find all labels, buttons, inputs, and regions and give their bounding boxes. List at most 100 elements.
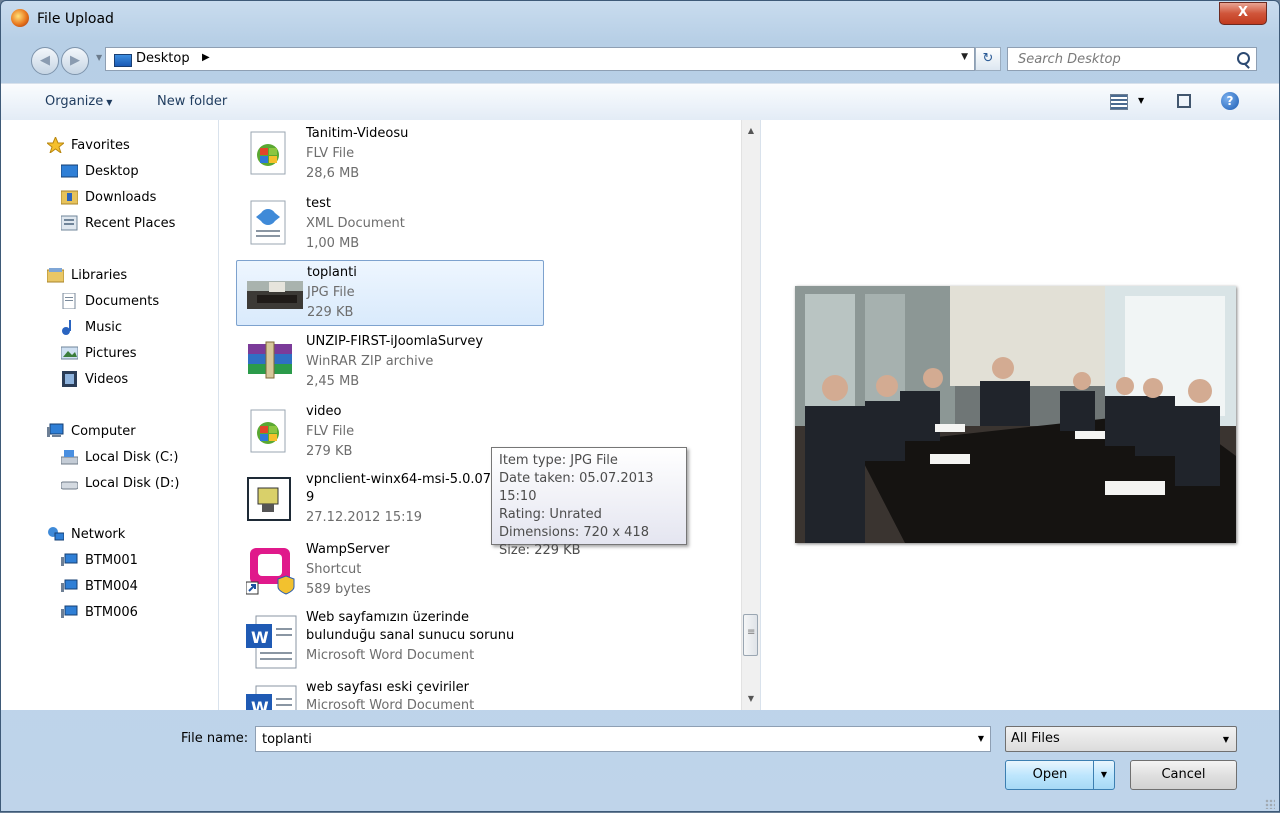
sidebar-item-label: Libraries bbox=[71, 268, 128, 283]
file-type: WinRAR ZIP archive bbox=[306, 354, 434, 369]
tooltip-size: Size: 229 KB bbox=[499, 543, 581, 558]
videos-icon bbox=[61, 371, 78, 387]
forward-button[interactable]: ▶ bbox=[61, 47, 89, 75]
file-name: web sayfası eski çeviriler bbox=[306, 680, 469, 695]
main-content: Favorites Desktop Downloads Recent Place… bbox=[1, 120, 1279, 710]
address-dropdown-icon[interactable]: ▼ bbox=[961, 52, 968, 62]
view-options-dropdown-icon[interactable]: ▼ bbox=[1138, 96, 1144, 105]
new-folder-button[interactable]: New folder bbox=[157, 94, 227, 109]
file-item-web-sayfamizin[interactable]: W Web sayfamızın üzerinde bulunduğu sana… bbox=[236, 606, 544, 672]
scroll-up-arrow-icon[interactable]: ▲ bbox=[742, 122, 760, 140]
system-drive-icon bbox=[60, 449, 79, 465]
word-document-icon: W bbox=[246, 684, 297, 710]
sidebar-item-label: Videos bbox=[85, 372, 129, 387]
network-computer-icon bbox=[61, 578, 78, 594]
file-item-web-sayfasi-eski-ceviriler[interactable]: W web sayfası eski çeviriler Microsoft W… bbox=[236, 676, 544, 710]
breadcrumb-chevron-icon[interactable]: ▶ bbox=[202, 52, 210, 63]
file-name: Tanitim-Videosu bbox=[306, 126, 409, 141]
file-upload-dialog: File Upload X ◀ ▶ ▼ Desktop ▶ ▼ ↻ Organi… bbox=[0, 0, 1280, 812]
word-document-icon: W bbox=[246, 614, 297, 669]
file-type: Shortcut bbox=[306, 562, 362, 577]
dialog-footer: File name: ▼ All Files ▼ Open ▼ Cancel bbox=[1, 710, 1279, 813]
title-bar: File Upload X bbox=[1, 1, 1279, 39]
chevron-down-icon[interactable]: ▼ bbox=[978, 734, 984, 743]
file-list-scrollbar[interactable]: ▲ ▼ bbox=[741, 120, 760, 710]
chevron-down-icon[interactable]: ▼ bbox=[1223, 735, 1229, 744]
navigation-pane: Favorites Desktop Downloads Recent Place… bbox=[1, 120, 219, 710]
address-bar[interactable]: Desktop ▶ ▼ bbox=[105, 47, 975, 71]
tooltip-date-taken: Date taken: 05.07.2013 15:10 bbox=[499, 471, 654, 504]
organize-label: Organize bbox=[45, 94, 104, 109]
wampserver-shortcut-icon bbox=[245, 546, 295, 595]
scroll-down-arrow-icon[interactable]: ▼ bbox=[742, 690, 760, 708]
sidebar-item-label: Favorites bbox=[71, 138, 130, 153]
help-icon[interactable]: ? bbox=[1221, 92, 1239, 110]
installer-icon bbox=[246, 476, 292, 522]
breadcrumb-desktop[interactable]: Desktop bbox=[136, 51, 190, 66]
sidebar-item-label: Computer bbox=[71, 424, 136, 439]
sidebar-item-label: Recent Places bbox=[85, 216, 176, 231]
file-name: test bbox=[306, 196, 331, 211]
sidebar-item-label: BTM004 bbox=[85, 579, 138, 594]
meeting-photo-preview bbox=[795, 286, 1236, 543]
hard-drive-icon bbox=[60, 475, 79, 491]
file-type: FLV File bbox=[306, 424, 355, 439]
scrollbar-thumb[interactable] bbox=[743, 614, 758, 656]
cancel-button[interactable]: Cancel bbox=[1130, 760, 1237, 790]
recent-places-icon bbox=[60, 215, 78, 231]
search-icon[interactable] bbox=[1237, 52, 1250, 65]
sidebar-item-label: Downloads bbox=[85, 190, 157, 205]
file-name-label: File name: bbox=[181, 731, 249, 746]
computer-icon bbox=[47, 423, 64, 439]
preview-pane-toggle-icon[interactable] bbox=[1177, 94, 1191, 108]
flv-file-icon bbox=[246, 130, 292, 176]
file-size: 28,6 MB bbox=[306, 166, 360, 181]
change-view-icon[interactable] bbox=[1110, 94, 1128, 110]
firefox-icon bbox=[11, 9, 29, 27]
window-title: File Upload bbox=[37, 11, 114, 27]
pictures-icon bbox=[60, 345, 79, 361]
preview-pane bbox=[760, 120, 1279, 710]
organize-button[interactable]: Organize ▼ bbox=[45, 94, 112, 109]
search-box[interactable] bbox=[1007, 47, 1257, 71]
chevron-down-icon: ▼ bbox=[106, 98, 113, 107]
file-size: 229 KB bbox=[307, 305, 354, 320]
downloads-folder-icon bbox=[60, 189, 79, 205]
file-item-unzip-first-ijoomlasurvey[interactable]: UNZIP-FIRST-iJoomlaSurvey WinRAR ZIP arc… bbox=[236, 330, 544, 396]
close-button[interactable]: X bbox=[1219, 2, 1267, 25]
file-info-tooltip: Item type: JPG File Date taken: 05.07.20… bbox=[491, 447, 687, 558]
sidebar-item-label: Local Disk (C:) bbox=[85, 450, 179, 465]
sidebar-item-label: Desktop bbox=[85, 164, 139, 179]
file-date: 27.12.2012 15:19 bbox=[306, 510, 423, 525]
file-name-input[interactable] bbox=[260, 731, 964, 748]
command-toolbar: Organize ▼ New folder ▼ ? bbox=[1, 83, 1279, 121]
file-name-combobox[interactable]: ▼ bbox=[255, 726, 991, 752]
file-name: toplanti bbox=[307, 265, 357, 280]
file-name: Web sayfamızın üzerinde bulunduğu sanal … bbox=[306, 610, 515, 643]
file-item-wampserver[interactable]: WampServer Shortcut 589 bytes bbox=[236, 538, 544, 604]
file-item-test[interactable]: test XML Document 1,00 MB bbox=[236, 192, 544, 258]
file-type-filter[interactable]: All Files ▼ bbox=[1005, 726, 1237, 752]
recent-pages-dropdown[interactable]: ▼ bbox=[96, 53, 102, 62]
search-input[interactable] bbox=[1016, 51, 1220, 68]
file-item-tanitim-videosu[interactable]: Tanitim-Videosu FLV File 28,6 MB bbox=[236, 122, 544, 188]
refresh-button[interactable]: ↻ bbox=[975, 47, 1001, 71]
file-item-toplanti[interactable]: toplanti JPG File 229 KB bbox=[236, 260, 544, 326]
libraries-icon bbox=[46, 267, 65, 283]
file-size: 279 KB bbox=[306, 444, 353, 459]
desktop-icon bbox=[114, 54, 132, 67]
open-options-dropdown-icon[interactable]: ▼ bbox=[1093, 761, 1114, 789]
file-type: FLV File bbox=[306, 146, 355, 161]
open-button-label: Open bbox=[1032, 767, 1068, 782]
file-size: 1,00 MB bbox=[306, 236, 360, 251]
flv-file-icon bbox=[246, 408, 292, 454]
open-button[interactable]: Open ▼ bbox=[1005, 760, 1115, 790]
file-name: UNZIP-FIRST-iJoomlaSurvey bbox=[306, 334, 484, 349]
file-type: JPG File bbox=[307, 285, 355, 300]
back-button[interactable]: ◀ bbox=[31, 47, 59, 75]
sidebar-item-label: Documents bbox=[85, 294, 160, 309]
resize-grip-icon[interactable] bbox=[1265, 799, 1275, 809]
tooltip-rating: Rating: Unrated bbox=[499, 507, 602, 522]
file-size: 589 bytes bbox=[306, 582, 371, 597]
sidebar-item-label: Pictures bbox=[85, 346, 137, 361]
